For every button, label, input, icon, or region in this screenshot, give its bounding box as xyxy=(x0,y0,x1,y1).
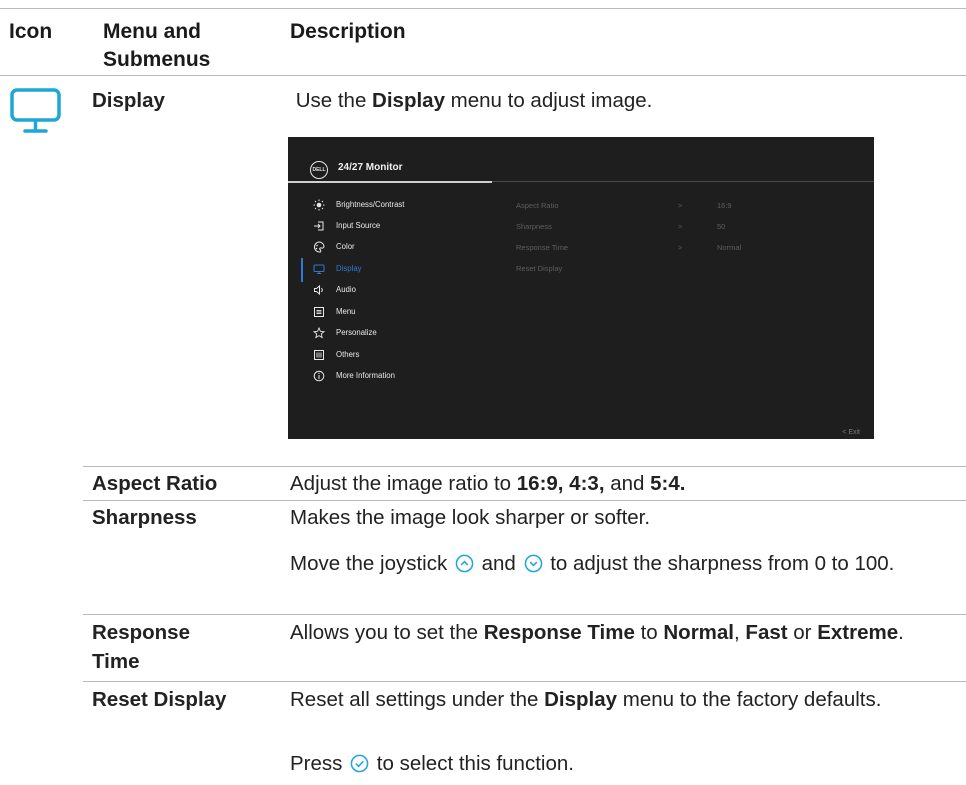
osd-menu-label: Menu xyxy=(336,307,356,316)
reset-display-description: Reset all settings under the Display men… xyxy=(290,688,882,711)
others-icon xyxy=(314,350,324,360)
table-top-rule xyxy=(0,8,966,9)
osd-sub-sharpness[interactable]: Sharpness xyxy=(516,222,552,231)
osd-menu-audio[interactable]: Audio xyxy=(288,281,498,301)
row-rule xyxy=(83,466,966,467)
osd-model-title: 24/27 Monitor xyxy=(338,162,403,173)
menu-reset-display-label: Reset Display xyxy=(92,688,227,711)
osd-sub-arrow: > xyxy=(678,243,683,252)
osd-menu-personalize[interactable]: Personalize xyxy=(288,324,498,344)
osd-menu-label: Color xyxy=(336,242,355,251)
response-time-description: Allows you to set the Response Time to N… xyxy=(290,621,904,644)
input-icon xyxy=(314,221,324,231)
osd-sub-value: 50 xyxy=(717,222,726,231)
monitor-icon xyxy=(10,88,61,133)
osd-menu-input-source[interactable]: Input Source xyxy=(288,217,498,237)
menu-display-label: Display xyxy=(92,89,165,112)
osd-menu-label: Personalize xyxy=(336,328,377,337)
header-icon: Icon xyxy=(9,20,53,43)
star-icon xyxy=(313,327,325,339)
menu-sharpness-label: Sharpness xyxy=(92,506,197,529)
osd-menu-more-information[interactable]: More Information xyxy=(288,367,498,387)
sharpness-description: Makes the image look sharper or softer. xyxy=(290,506,651,529)
joystick-check-icon xyxy=(350,754,369,773)
osd-menu-label: Brightness/Contrast xyxy=(336,200,405,209)
osd-sub-value: Normal xyxy=(717,243,742,252)
osd-sub-reset-display[interactable]: Reset Display xyxy=(516,264,562,273)
reset-display-press-text: Press to select this function. xyxy=(290,752,574,775)
display-description: Use the Display menu to adjust image. xyxy=(290,89,653,112)
dell-logo: DELL xyxy=(310,161,328,179)
osd-menu-label: More Information xyxy=(336,371,395,380)
osd-menu-menu[interactable]: Menu xyxy=(288,303,498,323)
sharpness-joystick-text: Move the joystick and to adjust the shar… xyxy=(290,552,895,575)
menu-aspect-ratio-label: Aspect Ratio xyxy=(92,472,218,495)
display-icon xyxy=(313,264,325,274)
osd-menu-color[interactable]: Color xyxy=(288,238,498,258)
osd-sub-aspect-ratio[interactable]: Aspect Ratio xyxy=(516,201,559,210)
osd-menu-display[interactable]: Display xyxy=(288,260,498,280)
menu-response-time-label: Response Time xyxy=(92,621,190,673)
menu-icon xyxy=(314,307,324,317)
osd-menu-label: Audio xyxy=(336,285,356,294)
aspect-ratio-description: Adjust the image ratio to 16:9, 4:3, and… xyxy=(290,472,686,495)
osd-tab-indicator xyxy=(288,181,492,183)
osd-exit[interactable]: < Exit xyxy=(842,429,860,436)
row-rule xyxy=(83,614,966,615)
sun-icon xyxy=(313,199,325,211)
osd-sub-response-time[interactable]: Response Time xyxy=(516,243,568,252)
osd-screenshot: DELL 24/27 Monitor Brightness/Contrast I… xyxy=(288,137,874,439)
osd-menu-label: Input Source xyxy=(336,221,381,230)
osd-menu-label: Others xyxy=(336,350,360,359)
header-menu-submenus: Menu and Submenus xyxy=(103,20,211,71)
joystick-up-icon xyxy=(455,554,474,573)
osd-sub-value: 16:9 xyxy=(717,201,732,210)
joystick-down-icon xyxy=(524,554,542,573)
row-rule xyxy=(83,681,966,682)
osd-sub-arrow: > xyxy=(678,201,683,210)
header-rule xyxy=(0,75,966,76)
row-rule xyxy=(83,500,966,501)
header-description: Description xyxy=(290,20,406,43)
osd-sub-arrow: > xyxy=(678,222,683,231)
osd-menu-others[interactable]: Others xyxy=(288,346,498,366)
palette-icon xyxy=(313,241,325,253)
info-icon xyxy=(313,370,325,382)
osd-menu-brightness[interactable]: Brightness/Contrast xyxy=(288,196,498,216)
speaker-icon xyxy=(314,284,323,296)
osd-menu-label: Display xyxy=(336,264,362,273)
